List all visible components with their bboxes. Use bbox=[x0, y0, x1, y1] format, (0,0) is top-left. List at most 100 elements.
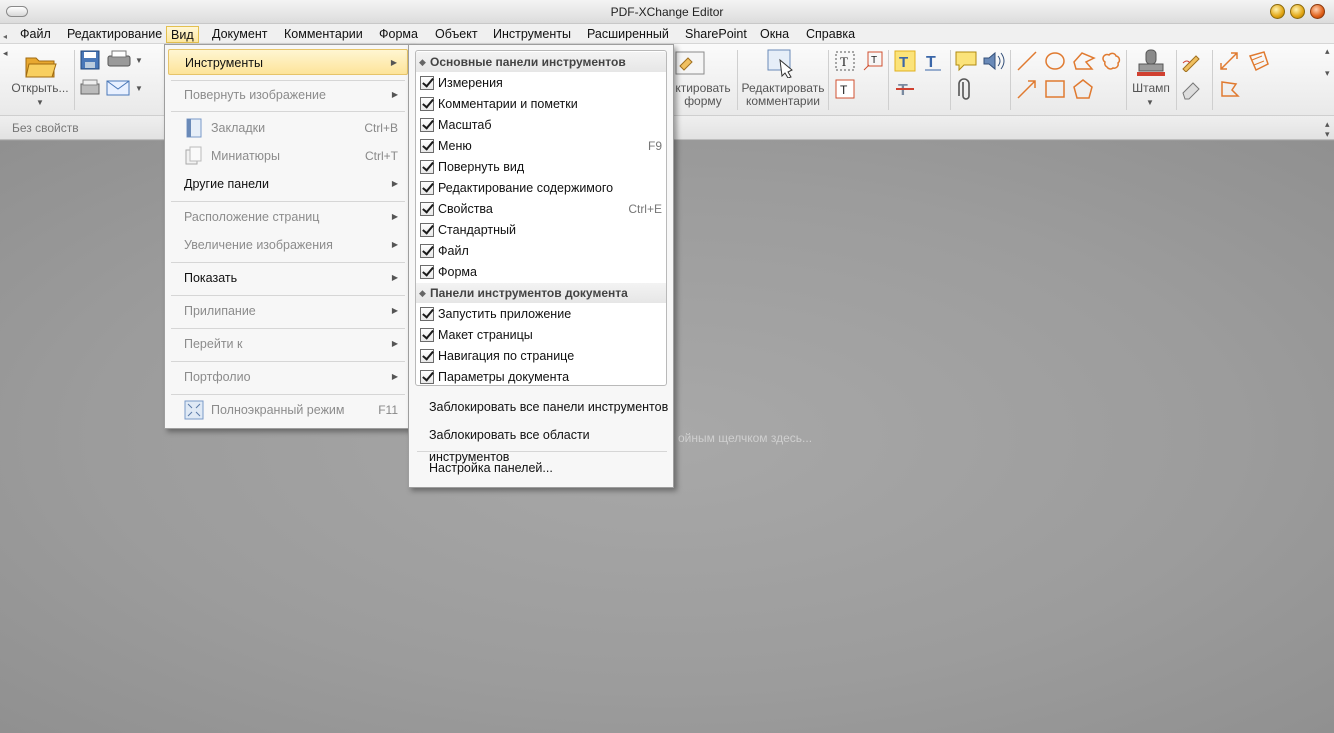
toolbar-toggle-form[interactable]: Форма bbox=[416, 262, 666, 283]
close-button[interactable] bbox=[1310, 4, 1325, 19]
eraser-icon[interactable] bbox=[1180, 78, 1202, 100]
menu-item-snap[interactable]: Прилипание ▶ bbox=[168, 298, 408, 324]
menu-item-show[interactable]: Показать ▶ bbox=[168, 265, 408, 291]
menu-form[interactable]: Форма bbox=[375, 26, 422, 43]
toolbar-toggle-standard[interactable]: Стандартный bbox=[416, 220, 666, 241]
toolbar-toggle-document-options[interactable]: Параметры документа bbox=[416, 367, 666, 388]
toolbar-toggle-launch-app[interactable]: Запустить приложение bbox=[416, 304, 666, 325]
line-icon[interactable] bbox=[1016, 50, 1038, 72]
checkbox-checked-icon[interactable] bbox=[420, 76, 434, 90]
toolbar-toggle-measurements[interactable]: Измерения bbox=[416, 73, 666, 94]
menu-item-bookmarks[interactable]: Закладки Ctrl+B bbox=[168, 115, 408, 141]
folder-open-icon[interactable] bbox=[24, 50, 58, 80]
ellipse-icon[interactable] bbox=[1044, 50, 1066, 72]
area-icon[interactable] bbox=[1246, 50, 1270, 72]
checkbox-checked-icon[interactable] bbox=[420, 97, 434, 111]
chevron-down-icon[interactable]: ▼ bbox=[1146, 96, 1154, 109]
textbox-icon[interactable]: T bbox=[834, 78, 856, 100]
arrow-icon[interactable] bbox=[1016, 78, 1038, 100]
underline-text-icon[interactable]: T bbox=[922, 50, 944, 72]
chevron-down-icon[interactable]: ▼ bbox=[36, 96, 44, 109]
strikeout-text-icon[interactable]: T bbox=[894, 78, 916, 100]
stamp-label[interactable]: Штамп bbox=[1128, 82, 1174, 95]
toolbar-toggle-page-layout[interactable]: Макет страницы bbox=[416, 325, 666, 346]
callout-icon[interactable]: T bbox=[862, 50, 884, 72]
checkbox-checked-icon[interactable] bbox=[420, 181, 434, 195]
menu-document[interactable]: Документ bbox=[208, 26, 271, 43]
edit-form-label[interactable]: ктировать форму bbox=[672, 82, 734, 108]
chevron-down-icon[interactable]: ▼ bbox=[135, 82, 143, 95]
menu-item-thumbnails[interactable]: Миниатюры Ctrl+T bbox=[168, 143, 408, 169]
edit-comments-label[interactable]: Редактировать комментарии bbox=[741, 82, 825, 108]
menu-item-tools[interactable]: Инструменты ▶ bbox=[168, 49, 408, 75]
toolbar-toggle-comments[interactable]: Комментарии и пометки bbox=[416, 94, 666, 115]
checkbox-checked-icon[interactable] bbox=[420, 118, 434, 132]
toolbar-toggle-zoom[interactable]: Масштаб bbox=[416, 115, 666, 136]
chevron-down-icon[interactable]: ▼ bbox=[135, 54, 143, 67]
menu-comments[interactable]: Комментарии bbox=[280, 26, 367, 43]
menu-item-portfolio[interactable]: Портфолио ▶ bbox=[168, 364, 408, 390]
save-icon[interactable] bbox=[80, 50, 100, 70]
menu-item-page-layout[interactable]: Расположение страниц ▶ bbox=[168, 204, 408, 230]
toolbar-toggle-page-navigation[interactable]: Навигация по странице bbox=[416, 346, 666, 367]
sound-icon[interactable] bbox=[982, 50, 1006, 72]
menu-item-label: Миниатюры bbox=[211, 149, 280, 163]
checkbox-checked-icon[interactable] bbox=[420, 349, 434, 363]
panel-expand-icon[interactable]: ▾ bbox=[1325, 129, 1330, 140]
checkbox-checked-icon[interactable] bbox=[420, 160, 434, 174]
customize-toolbars[interactable]: Настройка панелей... bbox=[429, 457, 553, 479]
checkbox-checked-icon[interactable] bbox=[420, 328, 434, 342]
checkbox-checked-icon[interactable] bbox=[420, 370, 434, 384]
polyline-icon[interactable] bbox=[1072, 50, 1096, 72]
menu-windows[interactable]: Окна bbox=[756, 26, 793, 43]
menu-item-fullscreen[interactable]: Полноэкранный режим F11 bbox=[168, 397, 408, 423]
edit-comments-icon[interactable] bbox=[766, 48, 798, 78]
menu-help[interactable]: Справка bbox=[802, 26, 859, 43]
menu-edit[interactable]: Редактирование bbox=[63, 26, 166, 43]
checkbox-checked-icon[interactable] bbox=[420, 265, 434, 279]
lock-all-tool-areas[interactable]: Заблокировать все области инструментов bbox=[429, 424, 673, 464]
lock-all-toolbars[interactable]: Заблокировать все панели инструментов bbox=[429, 396, 668, 418]
checkbox-checked-icon[interactable] bbox=[420, 244, 434, 258]
minimize-button[interactable] bbox=[1270, 4, 1285, 19]
maximize-button[interactable] bbox=[1290, 4, 1305, 19]
panel-collapse-icon[interactable]: ▴ bbox=[1325, 46, 1330, 57]
stamp-icon[interactable] bbox=[1134, 48, 1168, 80]
checkbox-checked-icon[interactable] bbox=[420, 223, 434, 237]
submenu-arrow-icon: ▶ bbox=[391, 372, 398, 381]
menu-item-rotate-image[interactable]: Повернуть изображение ▶ bbox=[168, 82, 408, 108]
panel-expand-icon[interactable]: ▾ bbox=[1325, 68, 1330, 79]
rectangle-icon[interactable] bbox=[1044, 78, 1066, 100]
menu-tools[interactable]: Инструменты bbox=[489, 26, 575, 43]
menu-item-other-panels[interactable]: Другие панели ▶ bbox=[168, 171, 408, 197]
paperclip-icon[interactable] bbox=[956, 78, 976, 102]
highlight-text-icon[interactable]: T bbox=[894, 50, 916, 72]
menu-view[interactable]: Вид bbox=[166, 26, 199, 43]
email-icon[interactable] bbox=[106, 78, 132, 98]
typewriter-icon[interactable]: T bbox=[834, 50, 856, 72]
printer-icon[interactable] bbox=[106, 50, 132, 70]
perimeter-icon[interactable] bbox=[1218, 78, 1240, 100]
toolbar-toggle-file[interactable]: Файл bbox=[416, 241, 666, 262]
edit-form-icon[interactable] bbox=[674, 50, 706, 76]
distance-icon[interactable] bbox=[1218, 50, 1240, 72]
menu-item-zoom[interactable]: Увеличение изображения ▶ bbox=[168, 232, 408, 258]
open-button-label[interactable]: Открыть... bbox=[8, 82, 72, 95]
scanner-icon[interactable] bbox=[80, 78, 100, 98]
menu-item-go-to[interactable]: Перейти к ▶ bbox=[168, 331, 408, 357]
checkbox-checked-icon[interactable] bbox=[420, 202, 434, 216]
toolbar-toggle-content-editing[interactable]: Редактирование содержимого bbox=[416, 178, 666, 199]
toolbar-toggle-rotate-view[interactable]: Повернуть вид bbox=[416, 157, 666, 178]
menu-object[interactable]: Объект bbox=[431, 26, 482, 43]
polygon-icon[interactable] bbox=[1072, 78, 1094, 100]
pencil-icon[interactable] bbox=[1180, 50, 1202, 72]
checkbox-checked-icon[interactable] bbox=[420, 307, 434, 321]
cloud-icon[interactable] bbox=[1100, 50, 1122, 72]
toolbar-toggle-menu[interactable]: Меню F9 bbox=[416, 136, 666, 157]
menu-sharepoint[interactable]: SharePoint bbox=[681, 26, 751, 43]
menu-advanced[interactable]: Расширенный bbox=[583, 26, 673, 43]
checkbox-checked-icon[interactable] bbox=[420, 139, 434, 153]
sticky-note-icon[interactable] bbox=[954, 50, 978, 72]
toolbar-toggle-properties[interactable]: Свойства Ctrl+E bbox=[416, 199, 666, 220]
menu-file[interactable]: Файл bbox=[16, 26, 55, 43]
